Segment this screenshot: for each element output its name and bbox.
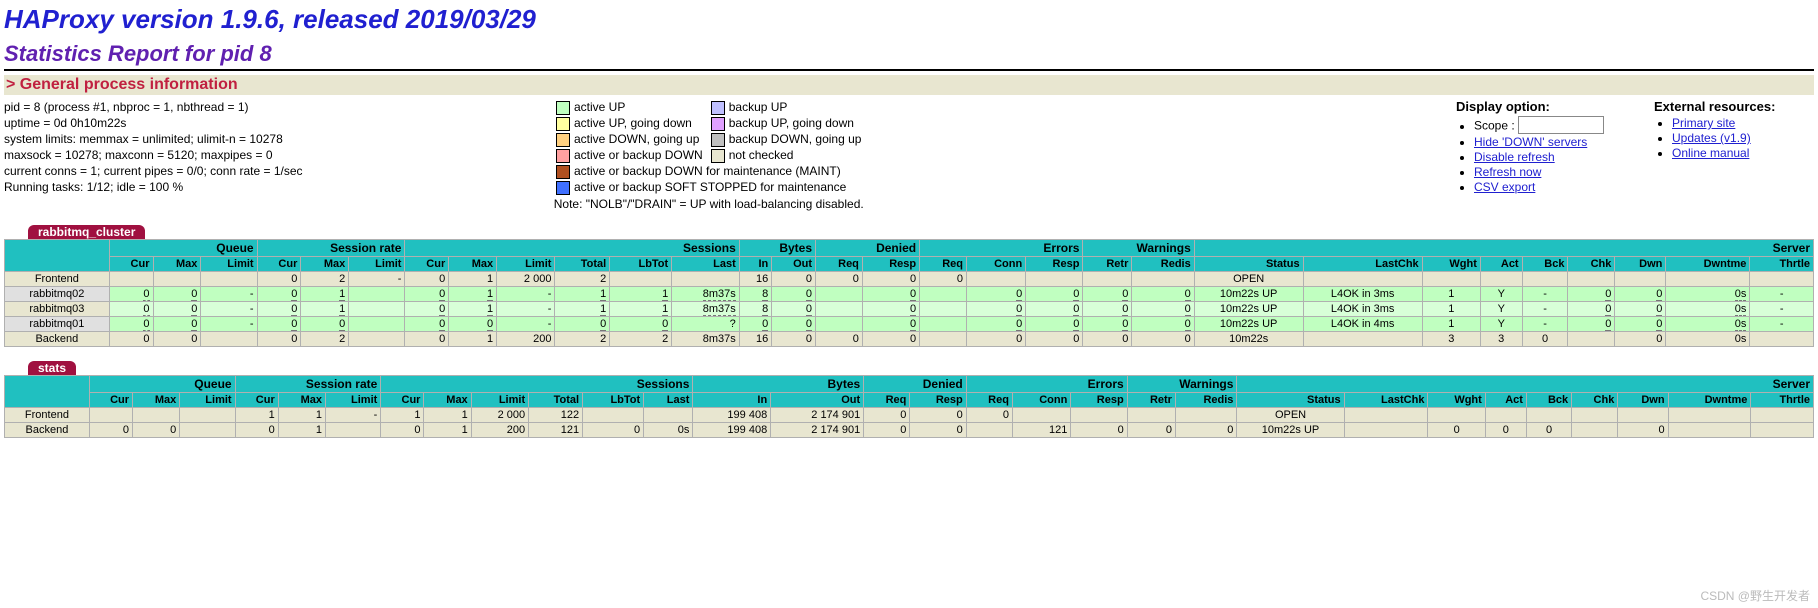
server-name[interactable]: rabbitmq02 xyxy=(5,287,110,302)
table-row: Frontend02-012 0002160000OPEN xyxy=(5,272,1814,287)
server-name: Backend xyxy=(5,332,110,347)
primary-site-link[interactable]: Primary site xyxy=(1672,116,1735,130)
server-name[interactable]: rabbitmq01 xyxy=(5,317,110,332)
scope-input[interactable] xyxy=(1518,116,1604,134)
divider xyxy=(4,69,1814,71)
server-name[interactable]: rabbitmq03 xyxy=(5,302,110,317)
table-row: Frontend11-112 000122199 4082 174 901000… xyxy=(5,408,1814,423)
info-row: pid = 8 (process #1, nbproc = 1, nbthrea… xyxy=(4,99,1814,211)
table-row: rabbitmq0100-0000-00?000000010m22s UPL4O… xyxy=(5,317,1814,332)
scope-item: Scope : xyxy=(1474,116,1646,134)
table-row: rabbitmq0300-0101-118m37s800000010m22s U… xyxy=(5,302,1814,317)
process-info: pid = 8 (process #1, nbproc = 1, nbthrea… xyxy=(4,99,544,195)
proxy-label-rabbitmq_cluster[interactable]: rabbitmq_cluster xyxy=(28,225,145,239)
csv-export-link[interactable]: CSV export xyxy=(1474,180,1535,194)
table-row: Backend00010120012100s199 4082 174 90100… xyxy=(5,423,1814,438)
external-resources: External resources: Primary site Updates… xyxy=(1654,99,1814,161)
page-title: HAProxy version 1.9.6, released 2019/03/… xyxy=(4,4,1814,35)
server-name: Frontend xyxy=(5,272,110,287)
legend-table: active UPbackup UPactive UP, going downb… xyxy=(552,99,865,195)
server-name: Backend xyxy=(5,423,90,438)
online-manual-link[interactable]: Online manual xyxy=(1672,146,1749,160)
legend: active UPbackup UPactive UP, going downb… xyxy=(552,99,865,211)
stats-table: QueueSession rateSessionsBytesDeniedErro… xyxy=(4,375,1814,438)
watermark: CSDN @野生开发者 xyxy=(1700,587,1810,604)
proxy-label-stats[interactable]: stats xyxy=(28,361,76,375)
hide-down-link[interactable]: Hide 'DOWN' servers xyxy=(1474,135,1587,149)
refresh-now-link[interactable]: Refresh now xyxy=(1474,165,1541,179)
disable-refresh-link[interactable]: Disable refresh xyxy=(1474,150,1555,164)
page-subtitle: Statistics Report for pid 8 xyxy=(4,41,1814,67)
stats-table: QueueSession rateSessionsBytesDeniedErro… xyxy=(4,239,1814,347)
updates-link[interactable]: Updates (v1.9) xyxy=(1672,131,1751,145)
table-row: Backend000201200228m37s16000000010m22s33… xyxy=(5,332,1814,347)
table-row: rabbitmq0200-0101-118m37s800000010m22s U… xyxy=(5,287,1814,302)
display-options: Display option: Scope : Hide 'DOWN' serv… xyxy=(1456,99,1646,195)
legend-note: Note: "NOLB"/"DRAIN" = UP with load-bala… xyxy=(552,197,865,211)
general-process-title: > General process information xyxy=(4,75,1814,95)
server-name: Frontend xyxy=(5,408,90,423)
